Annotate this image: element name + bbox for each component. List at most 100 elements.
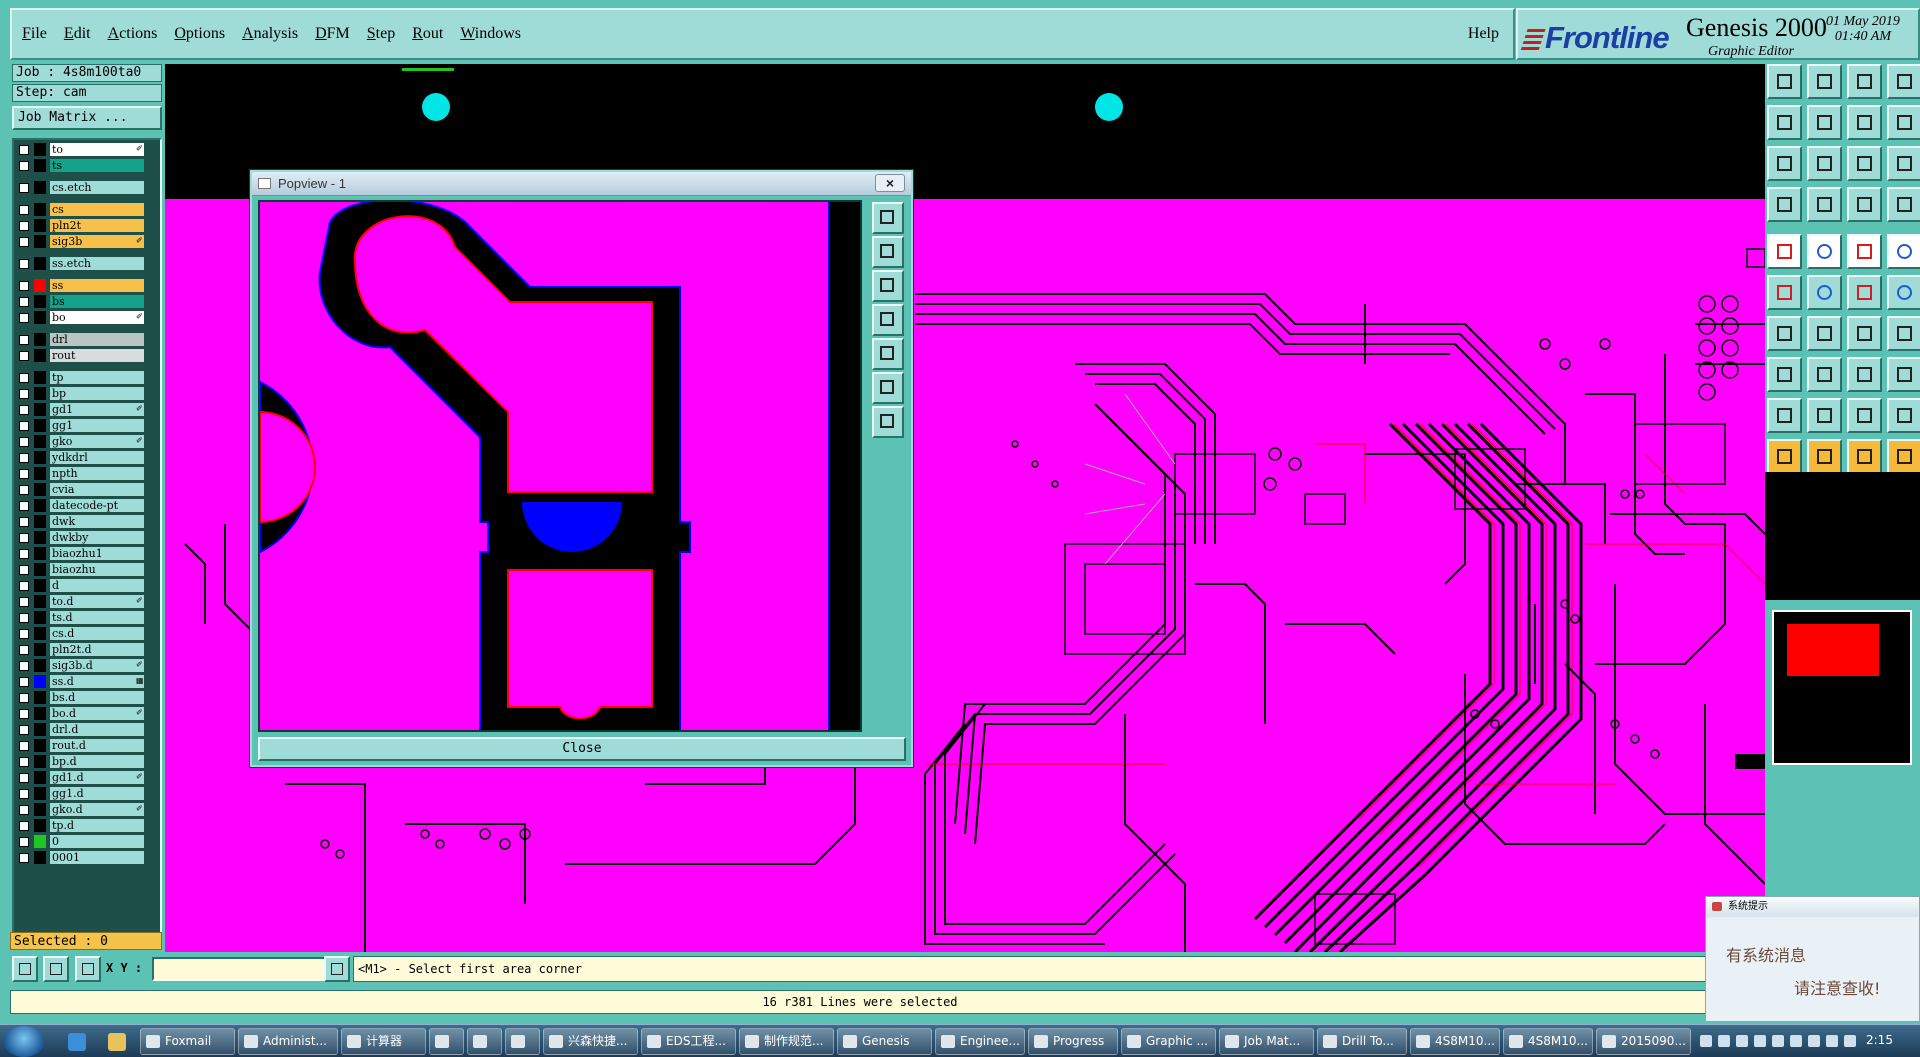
layer-color-swatch[interactable] <box>34 755 46 768</box>
layer-name[interactable]: d <box>50 579 144 592</box>
layer-row[interactable]: ts.d <box>16 610 158 625</box>
taskbar-button[interactable]: EDS工程... <box>641 1028 736 1055</box>
layer-color-swatch[interactable] <box>34 563 46 576</box>
tray-icon[interactable] <box>1808 1035 1820 1047</box>
info-button-icon[interactable] <box>324 956 350 982</box>
layer-row[interactable]: to.d ✐ <box>16 594 158 609</box>
layer-row[interactable]: ss.d ▦ <box>16 674 158 689</box>
taskbar-button[interactable]: Drill To... <box>1317 1028 1407 1055</box>
layer-color-swatch[interactable] <box>34 723 46 736</box>
layer-color-swatch[interactable] <box>34 219 46 232</box>
start-button[interactable] <box>4 1026 44 1057</box>
align-icon[interactable] <box>1847 357 1882 392</box>
undo-icon[interactable] <box>1767 105 1802 140</box>
layer-color-swatch[interactable] <box>34 627 46 640</box>
flag-icon[interactable] <box>1887 316 1920 351</box>
layer-name[interactable]: tp <box>50 371 144 384</box>
layer-name[interactable]: rout.d <box>50 739 144 752</box>
layer-color-swatch[interactable] <box>34 143 46 156</box>
taskbar-button[interactable]: 4S8M10... <box>1503 1028 1593 1055</box>
layer-name[interactable]: biaozhu1 <box>50 547 144 560</box>
layer-checkbox[interactable] <box>19 693 29 703</box>
layer-name[interactable]: ts.d <box>50 611 144 624</box>
layer-name[interactable]: dwk <box>50 515 144 528</box>
layer-row[interactable]: bp.d <box>16 754 158 769</box>
layer-checkbox[interactable] <box>19 725 29 735</box>
layer-color-swatch[interactable] <box>34 349 46 362</box>
scale-icon[interactable] <box>1847 146 1882 181</box>
layer-row[interactable]: dwkby <box>16 530 158 545</box>
layer-name[interactable]: cs <box>50 203 144 216</box>
menu-windows[interactable]: Windows <box>460 25 521 43</box>
layer-color-swatch[interactable] <box>34 707 46 720</box>
layer-name[interactable]: ss.d <box>50 675 144 688</box>
taskbar-button[interactable] <box>505 1028 540 1055</box>
layer-row[interactable]: gg1.d <box>16 786 158 801</box>
layer-name[interactable]: ts <box>50 159 144 172</box>
layer-row[interactable]: ss <box>16 278 158 293</box>
layer-name[interactable]: npth <box>50 467 144 480</box>
route-icon[interactable] <box>1847 187 1882 222</box>
layer-name[interactable]: cs.etch <box>50 181 144 194</box>
layer-checkbox[interactable] <box>19 773 29 783</box>
layer-checkbox[interactable] <box>19 405 29 415</box>
open-icon[interactable] <box>1767 64 1802 99</box>
layer-color-swatch[interactable] <box>34 235 46 248</box>
job-matrix-button[interactable]: Job Matrix ... <box>12 106 162 130</box>
layer-checkbox[interactable] <box>19 145 29 155</box>
layer-name[interactable]: sig3b.d <box>50 659 144 672</box>
layer-row[interactable]: 0 <box>16 834 158 849</box>
select-net-icon[interactable] <box>1887 439 1920 474</box>
layer-color-swatch[interactable] <box>34 835 46 848</box>
menu-dfm[interactable]: DFM <box>315 25 350 43</box>
layer-name[interactable]: 0 <box>50 835 144 848</box>
layer-row[interactable]: bo.d ✐ <box>16 706 158 721</box>
layer-color-swatch[interactable] <box>34 499 46 512</box>
layer-row[interactable]: ts <box>16 158 158 173</box>
layer-name[interactable]: biaozhu <box>50 563 144 576</box>
layer-name[interactable]: bo <box>50 311 144 324</box>
layer-name[interactable]: drl <box>50 333 144 346</box>
mirror-icon[interactable] <box>1887 275 1920 310</box>
select-move-icon[interactable] <box>1807 439 1842 474</box>
layer-name[interactable]: bs.d <box>50 691 144 704</box>
layer-name[interactable]: pln2t.d <box>50 643 144 656</box>
layer-color-swatch[interactable] <box>34 787 46 800</box>
layer-row[interactable]: rout <box>16 348 158 363</box>
layer-row[interactable]: ss.etch <box>16 256 158 271</box>
layer-checkbox[interactable] <box>19 313 29 323</box>
layer-row[interactable]: cs.etch <box>16 180 158 195</box>
home-icon[interactable] <box>1847 64 1882 99</box>
layer-row[interactable]: bs <box>16 294 158 309</box>
layer-color-swatch[interactable] <box>34 611 46 624</box>
layer-checkbox[interactable] <box>19 661 29 671</box>
layer-checkbox[interactable] <box>19 237 29 247</box>
layer-color-swatch[interactable] <box>34 279 46 292</box>
menu-rout[interactable]: Rout <box>412 25 443 43</box>
layer-checkbox[interactable] <box>19 549 29 559</box>
tray-icon[interactable] <box>1700 1035 1712 1047</box>
layer-color-swatch[interactable] <box>34 419 46 432</box>
add-pad-icon[interactable] <box>1767 234 1802 269</box>
layer-row[interactable]: bs.d <box>16 690 158 705</box>
layer-checkbox[interactable] <box>19 437 29 447</box>
layer-name[interactable]: bp <box>50 387 144 400</box>
popview-canvas[interactable] <box>258 200 862 732</box>
grid-mode-icon[interactable] <box>75 956 101 982</box>
taskbar-button[interactable]: Job Mat... <box>1219 1028 1314 1055</box>
layer-color-swatch[interactable] <box>34 515 46 528</box>
ie-icon[interactable] <box>68 1033 86 1051</box>
taskbar-button[interactable]: Genesis <box>837 1028 932 1055</box>
layer-color-swatch[interactable] <box>34 739 46 752</box>
layer-row[interactable]: biaozhu1 <box>16 546 158 561</box>
layer-row[interactable]: pln2t <box>16 218 158 233</box>
triangle-b-icon[interactable] <box>1847 398 1882 433</box>
layer-row[interactable]: cs.d <box>16 626 158 641</box>
layer-checkbox[interactable] <box>19 351 29 361</box>
layer-row[interactable]: ydkdrl <box>16 450 158 465</box>
layer-checkbox[interactable] <box>19 565 29 575</box>
popview-close-x-button[interactable]: × <box>875 174 905 192</box>
layer-name[interactable]: gg1 <box>50 419 144 432</box>
layer-name[interactable]: bp.d <box>50 755 144 768</box>
layer-name[interactable]: bs <box>50 295 144 308</box>
